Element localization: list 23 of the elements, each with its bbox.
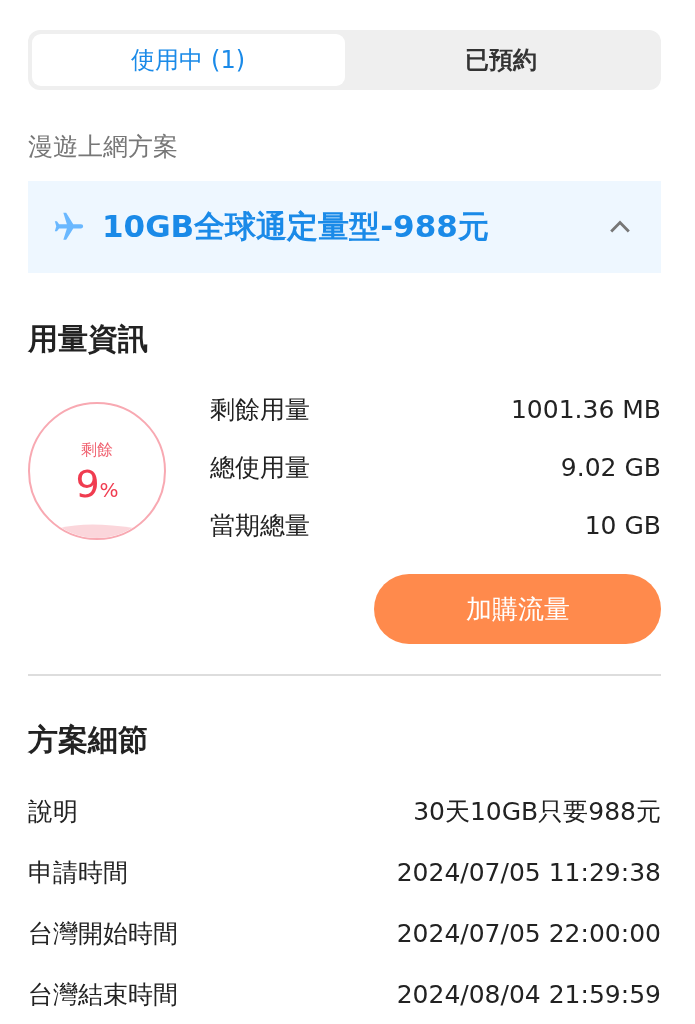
detail-label: 申請時間 [28,857,128,889]
detail-value: 30天10GB只要988元 [413,796,661,828]
stat-value: 1001.36 MB [510,394,661,424]
stat-label: 當期總量 [210,509,310,542]
section-title: 用量資訊 [28,320,149,358]
plan-selector[interactable]: 10GB全球通定量型-988元 [28,181,661,273]
section-label: 漫遊上網方案 [28,131,179,163]
detail-value: 2024/07/05 11:29:38 [396,858,661,887]
tab[interactable]: 已預約 [344,34,657,86]
tab[interactable]: 使用中 (1) [32,34,345,86]
gauge-caption: 剩餘 [81,439,113,461]
stat-label: 總使用量 [210,451,310,484]
stat-value: 9.02 GB [560,452,661,482]
detail-label: 台灣開始時間 [28,918,178,950]
stat-label: 剩餘用量 [210,393,310,426]
gauge-percent: 9% [75,464,119,503]
buy-data-button[interactable]: 加購流量 [374,574,661,644]
stat-value: 10 GB [584,510,661,540]
detail-value: 2024/07/05 22:00:00 [396,919,661,948]
detail-label: 說明 [28,796,78,828]
detail-value: 2024/08/04 21:59:59 [396,980,661,1009]
detail-label: 台灣結束時間 [28,979,178,1011]
section-title: 方案細節 [28,721,149,759]
